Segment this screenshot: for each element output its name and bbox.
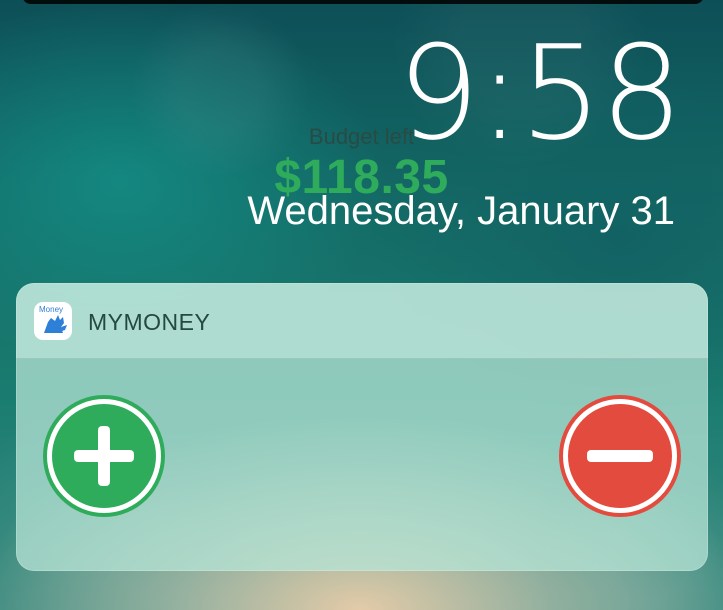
mymoney-app-icon: Money <box>34 302 72 340</box>
widget-body <box>16 359 708 571</box>
budget-label: Budget left <box>308 124 415 149</box>
add-button[interactable] <box>47 399 161 513</box>
mymoney-widget[interactable]: Money MYMONEY <box>16 283 708 571</box>
notification-edge <box>22 0 704 4</box>
subtract-button[interactable] <box>563 399 677 513</box>
widget-header: Money MYMONEY <box>16 283 708 359</box>
app-icon-text: Money <box>39 305 63 314</box>
widget-app-name: MYMONEY <box>88 309 211 335</box>
budget-value: $118.35 <box>274 151 449 204</box>
mymoney-fox-icon: Money <box>39 305 67 333</box>
